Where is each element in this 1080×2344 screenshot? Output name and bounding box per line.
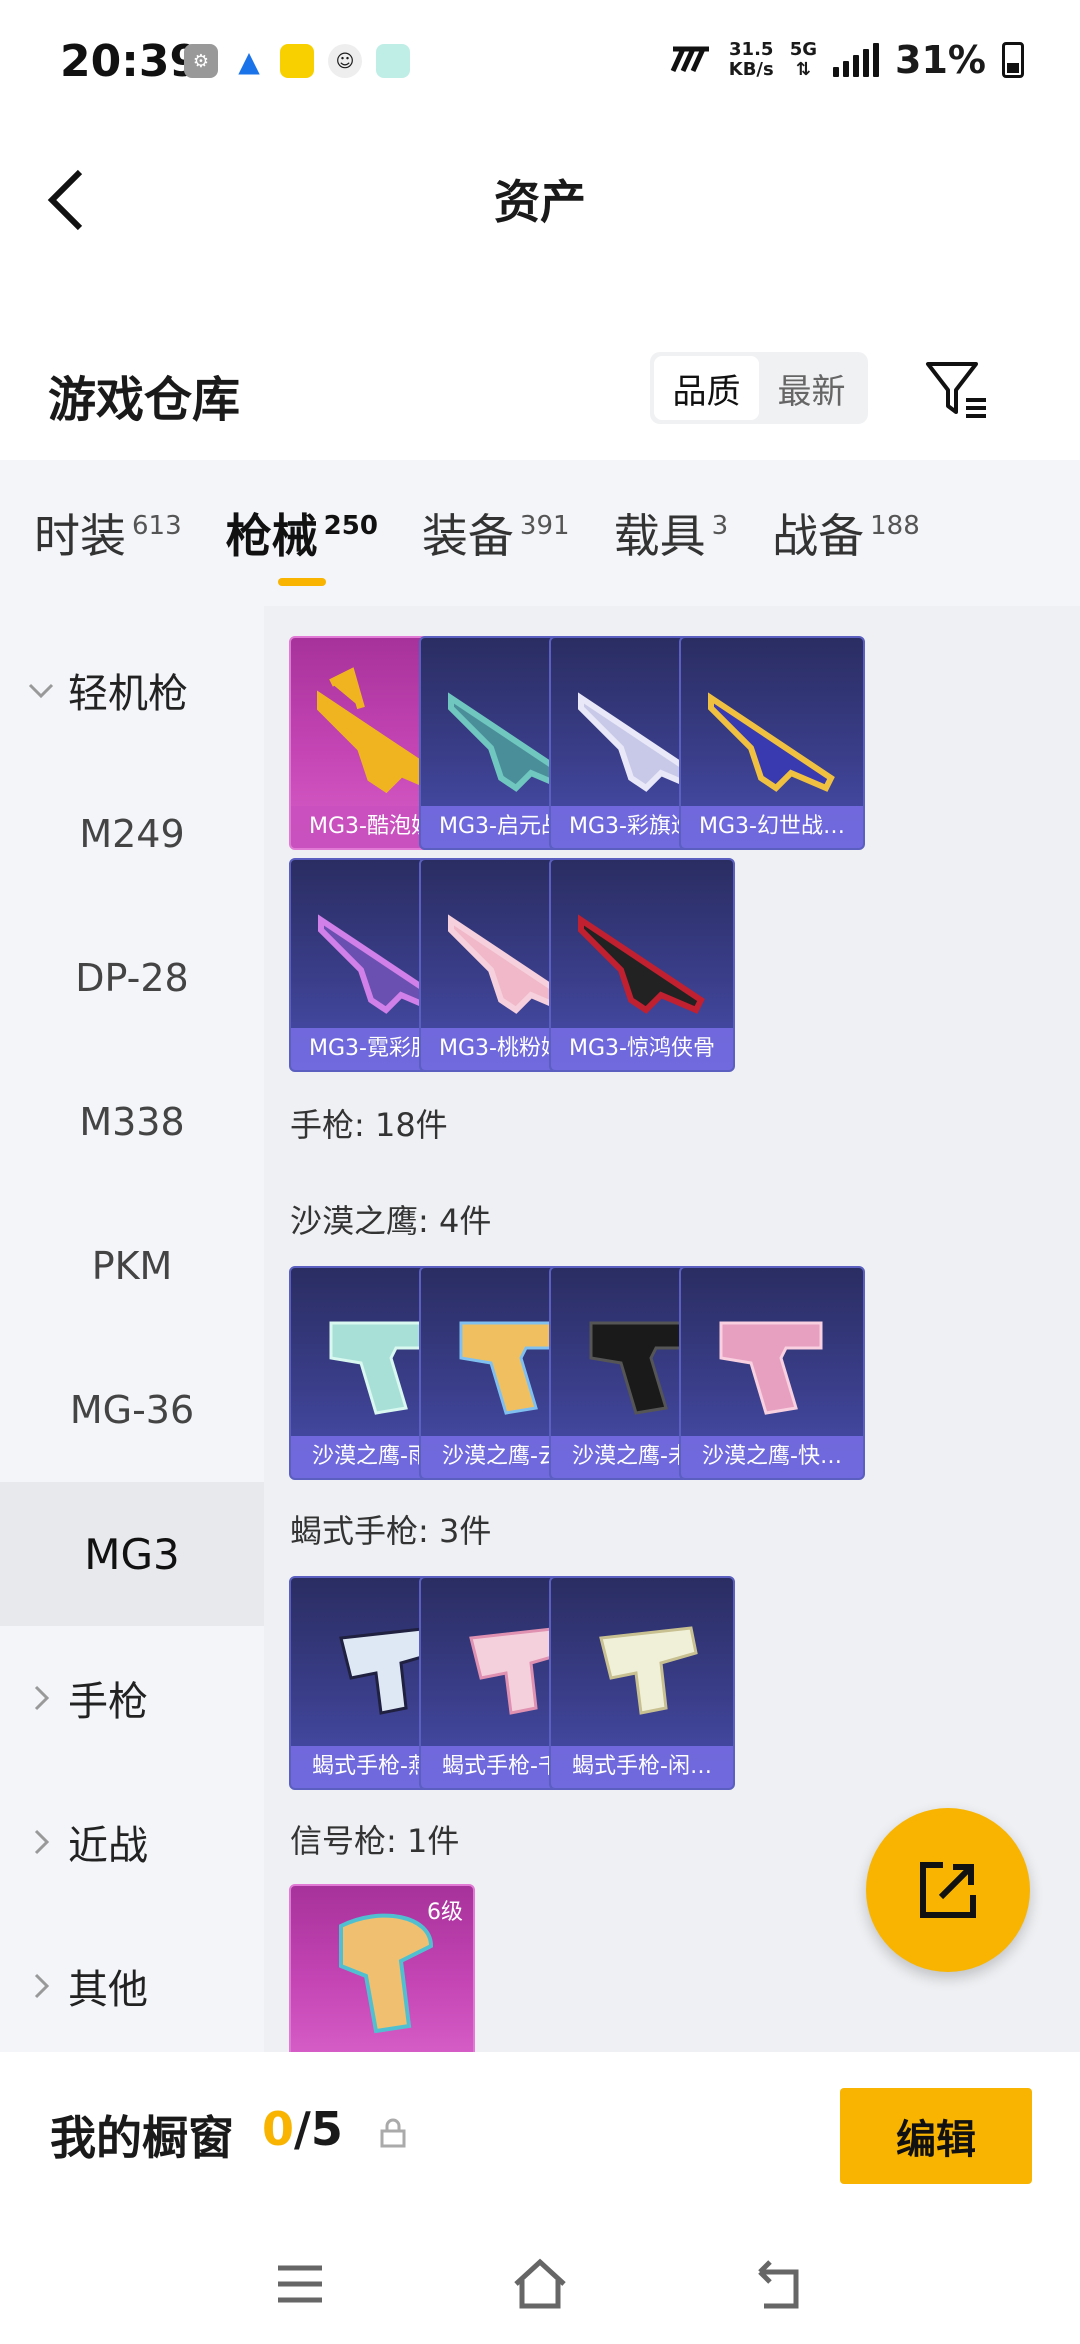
network-speed-icon [670,46,709,73]
chevron-right-icon [34,1829,50,1855]
machine-gun-icon [708,692,835,792]
tab-label: 时装 [34,509,126,563]
sidebar-item-pkm[interactable]: PKM [0,1194,264,1338]
page-title: 资产 [494,175,586,229]
weapon-card[interactable]: 沙漠之鹰-快… [679,1266,865,1480]
card-label: MG3-幻世战… [681,806,863,848]
warehouse-title: 游戏仓库 [48,372,241,428]
battery-percent: 31% [895,38,986,82]
status-time: 20:39 [60,36,201,87]
sidebar-item-m249[interactable]: M249 [0,762,264,906]
section-title-pistol: 手枪: 18件 [290,1106,448,1144]
tab-vehicles[interactable]: 载具 3 [614,460,729,606]
status-right: 31.5 KB/s 5G ⇅ 31% [669,38,1024,82]
section-title-deagle: 沙漠之鹰: 4件 [290,1202,492,1240]
tab-equipment[interactable]: 装备 391 [422,460,570,606]
sidebar-group-pistol[interactable]: 手枪 [0,1626,264,1770]
tab-count: 391 [519,511,570,541]
tab-label: 枪械 [225,509,318,563]
sidebar-group-other[interactable]: 其他 [0,1914,264,2058]
net-type: 5G ⇅ [790,40,817,80]
sort-newest-button[interactable]: 最新 [759,356,864,420]
app-notification-icon [280,44,314,78]
weapon-card[interactable]: MG3-惊鸿侠骨 [549,858,735,1072]
tab-label: 装备 [421,509,514,563]
signal-icon [833,43,880,77]
section-title-scorpion: 蝎式手枪: 3件 [290,1512,492,1550]
sidebar-item-mg3[interactable]: MG3 [0,1482,264,1626]
card-label: 蝎式手枪-闲… [551,1746,733,1788]
back-nav-button[interactable] [750,2254,810,2314]
sidebar-group-label: 其他 [68,1967,148,2013]
chevron-down-icon [28,683,54,699]
pistol-icon [719,1321,823,1415]
filter-icon [926,362,986,418]
sidebar-group-lmg[interactable]: 轻机枪 [0,618,264,762]
share-icon [920,1862,976,1918]
avatar-notification-icon: ☺ [328,44,362,78]
tab-supplies[interactable]: 战备 188 [772,460,920,606]
net-type-label: 5G [789,39,818,60]
filter-button[interactable] [920,352,992,424]
sidebar-group-label: 手枪 [68,1679,148,1725]
home-nav-button[interactable] [510,2254,570,2314]
card-label: 沙漠之鹰-快… [681,1436,863,1478]
active-tab-indicator [277,578,326,586]
status-bar: 20:39 ⚙ ▲ ☺ 31.5 KB/s 5G ⇅ 31% [0,0,1080,120]
lock-icon [380,2118,406,2148]
weapon-card[interactable]: MG3-幻世战… [679,636,865,850]
sidebar-group-melee[interactable]: 近战 [0,1770,264,1914]
chevron-right-icon [34,1685,50,1711]
sidebar-group-label: 轻机枪 [68,671,188,717]
tab-count: 188 [870,511,920,541]
tab-count: 250 [323,511,378,541]
net-speed-unit: KB/s [728,59,774,80]
showcase-total: /5 [294,2102,343,2156]
machine-gun-icon [578,914,705,1014]
sidebar-item-mg36[interactable]: MG-36 [0,1338,264,1482]
back-nav-icon [758,2260,799,2309]
smg-icon [599,1626,698,1715]
menu-icon [278,2265,322,2303]
weapon-card[interactable]: 6级 [289,1884,475,2052]
home-icon [514,2258,566,2309]
system-nav-bar [0,2224,1080,2344]
chevron-right-icon [34,1973,50,1999]
tab-label: 战备 [772,509,865,563]
sidebar-item-dp28[interactable]: DP-28 [0,906,264,1050]
showcase-bar: 我的橱窗 0/5 编辑 [0,2052,1080,2224]
showcase-current: 0 [262,2102,295,2156]
header: 资产 [0,120,1080,280]
weapon-card[interactable]: 蝎式手枪-闲… [549,1576,735,1790]
notification-icons: ⚙ ▲ ☺ [184,44,410,78]
sidebar-group-label: 近战 [68,1823,148,1869]
net-arrows-icon: ⇅ [795,59,811,80]
tab-fashion[interactable]: 时装 613 [34,460,182,606]
sidebar-item-m338[interactable]: M338 [0,1050,264,1194]
card-level: 6级 [427,1900,463,1925]
net-speed: 31.5 KB/s [729,40,774,80]
app2-notification-icon [376,44,410,78]
sort-toggle: 品质 最新 [650,352,868,424]
tab-guns[interactable]: 枪械 250 [226,460,378,606]
tab-label: 载具 [613,509,706,563]
menu-nav-button[interactable] [270,2254,330,2314]
tab-count: 613 [132,511,182,541]
weapon-sidebar: 轻机枪 M249 DP-28 M338 PKM MG-36 MG3 手枪 近战 … [0,606,264,2052]
settings-notification-icon: ⚙ [184,44,218,78]
showcase-count: 0/5 [262,2102,343,2156]
edit-button[interactable]: 编辑 [840,2088,1032,2184]
section-title-flare: 信号枪: 1件 [290,1822,460,1860]
card-label: MG3-惊鸿侠骨 [551,1028,733,1070]
battery-icon [1002,42,1024,78]
warning-notification-icon: ▲ [238,44,260,78]
tab-count: 3 [711,511,729,541]
share-button[interactable] [866,1808,1030,1972]
category-tabs: 时装 613 枪械 250 装备 391 载具 3 战备 188 [0,460,1080,606]
sort-quality-button[interactable]: 品质 [654,356,759,420]
net-speed-value: 31.5 [729,39,774,60]
showcase-title: 我的橱窗 [50,2111,234,2165]
